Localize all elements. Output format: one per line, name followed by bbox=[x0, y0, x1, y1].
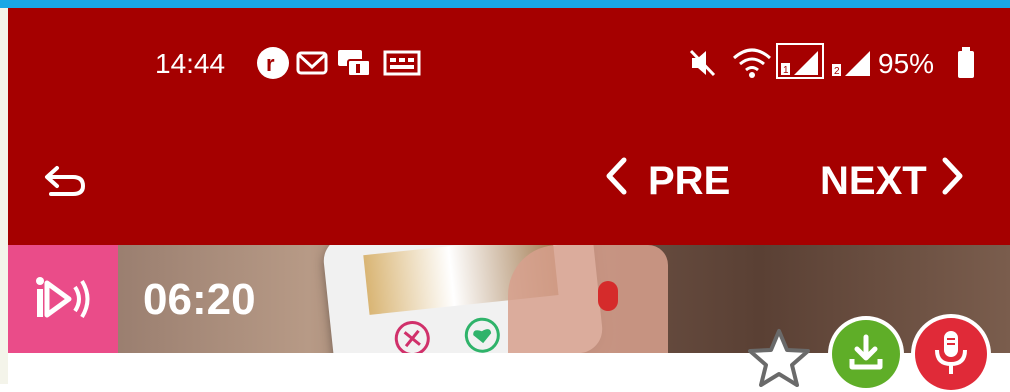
download-icon bbox=[849, 334, 883, 370]
status-time: 14:44 bbox=[155, 48, 226, 79]
chat-icon bbox=[336, 46, 372, 85]
photo-icon bbox=[382, 46, 422, 85]
circle-r-icon: r bbox=[256, 46, 290, 85]
navigation-row: PRE NEXT bbox=[8, 138, 1010, 228]
battery-percent: 95% bbox=[878, 48, 935, 79]
wifi-icon bbox=[732, 46, 772, 85]
microphone-icon bbox=[935, 331, 967, 374]
gmail-icon bbox=[295, 46, 329, 85]
status-bar: 14:44 r 1 2 95% bbox=[8, 8, 1010, 118]
signal-sim1-icon: 1 bbox=[776, 43, 824, 84]
return-icon[interactable] bbox=[43, 160, 89, 205]
duration-box: 06:20 bbox=[118, 245, 318, 353]
left-edge-strip bbox=[0, 8, 8, 384]
banner-nail bbox=[598, 281, 618, 311]
svg-text:r: r bbox=[266, 51, 275, 76]
record-button[interactable] bbox=[915, 318, 987, 390]
chevron-right-icon bbox=[941, 156, 965, 206]
svg-text:1: 1 bbox=[783, 65, 789, 76]
swipe-right-icon bbox=[464, 317, 500, 353]
app-header: 14:44 r 1 2 95% PRE NEXT bbox=[8, 8, 1010, 245]
battery-icon bbox=[956, 46, 976, 85]
audio-duration: 06:20 bbox=[143, 275, 256, 324]
next-button[interactable]: NEXT bbox=[820, 156, 965, 206]
next-label: NEXT bbox=[820, 158, 927, 203]
download-button[interactable] bbox=[832, 320, 900, 388]
banner-hand bbox=[508, 245, 668, 353]
prev-label: PRE bbox=[648, 158, 731, 203]
top-accent-strip bbox=[0, 0, 1010, 8]
audio-play-button[interactable] bbox=[8, 245, 118, 353]
star-outline-icon[interactable] bbox=[746, 327, 812, 392]
audio-play-icon bbox=[36, 277, 90, 319]
svg-text:2: 2 bbox=[834, 66, 840, 77]
prev-button[interactable]: PRE bbox=[604, 156, 730, 206]
signal-sim2-icon: 2 bbox=[830, 46, 874, 85]
chevron-left-icon bbox=[604, 156, 628, 206]
mute-icon bbox=[688, 46, 718, 85]
swipe-left-icon bbox=[394, 321, 430, 353]
